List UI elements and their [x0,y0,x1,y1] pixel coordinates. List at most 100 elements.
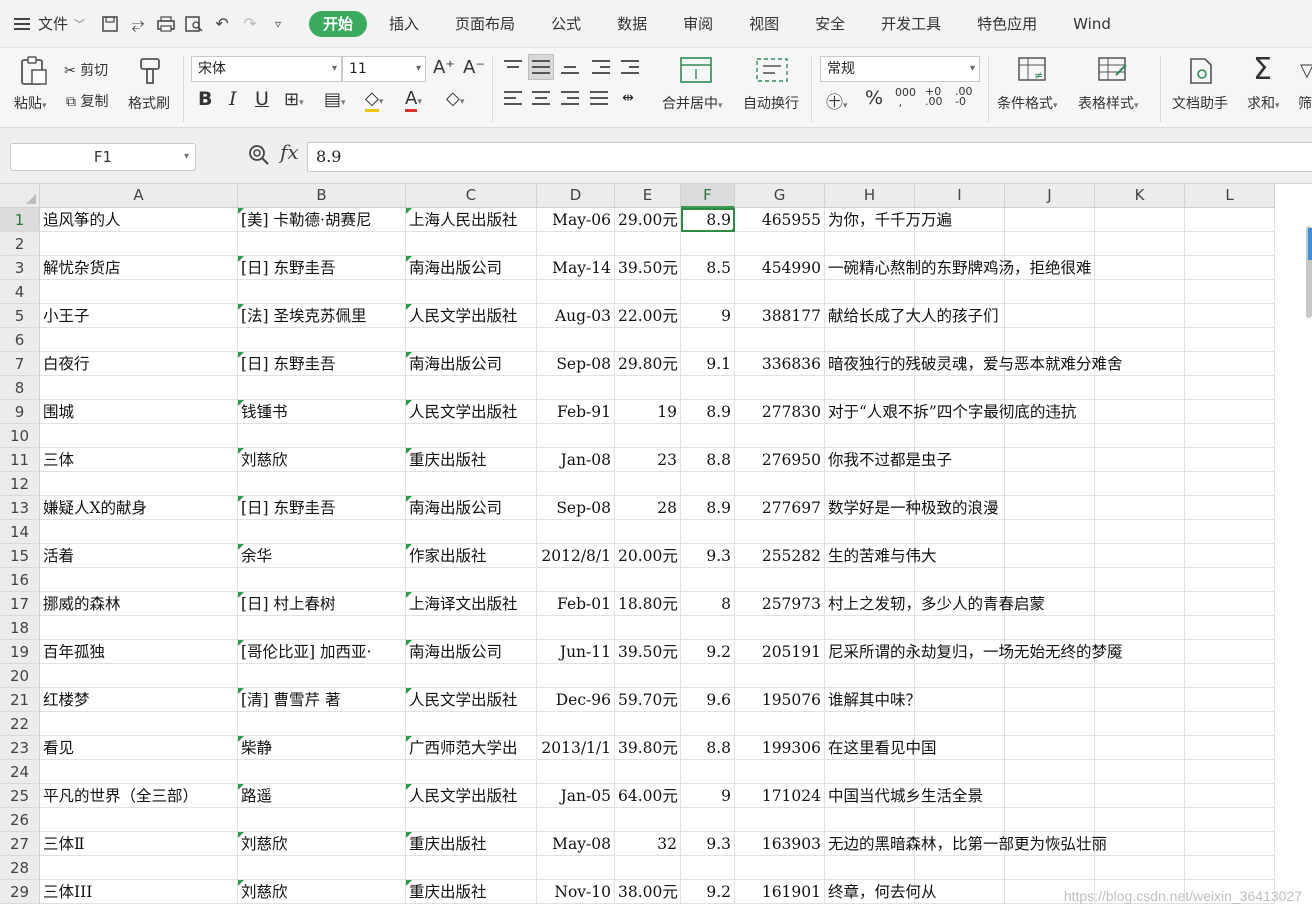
paste-icon[interactable] [18,56,48,90]
cell-a9[interactable]: 围城 [40,400,238,424]
cell-j24[interactable] [1005,760,1095,784]
cell-c4[interactable] [406,280,537,304]
cell-h28[interactable] [825,856,915,880]
cell-h10[interactable] [825,424,915,448]
cell-e15[interactable]: 20.00元 [615,544,681,568]
cell-e21[interactable]: 59.70元 [615,688,681,712]
cell-c15[interactable]: 作家出版社 [406,544,537,568]
cell-h12[interactable] [825,472,915,496]
cell-c6[interactable] [406,328,537,352]
cell-b29[interactable]: 刘慈欣 [238,880,406,904]
cell-j22[interactable] [1005,712,1095,736]
cell-f3[interactable]: 8.5 [681,256,735,280]
currency-icon[interactable]: ㊉▾ [826,88,848,113]
fill-color-icon[interactable]: ◇▾ [365,88,383,112]
cell-l8[interactable] [1185,376,1275,400]
cell-f7[interactable]: 9.1 [681,352,735,376]
cell-h13[interactable]: 数学好是一种极致的浪漫 [825,496,999,520]
export-icon[interactable]: ⥂ [127,13,149,35]
cell-c11[interactable]: 重庆出版社 [406,448,537,472]
cell-h21[interactable]: 谁解其中味？ [825,688,921,712]
cell-c10[interactable] [406,424,537,448]
cell-j1[interactable] [1005,208,1095,232]
cell-k9[interactable] [1095,400,1185,424]
column-header-d[interactable]: D [537,184,615,208]
format-painter-button[interactable]: 格式刷 [128,93,170,113]
cell-a18[interactable] [40,616,238,640]
cell-b4[interactable] [238,280,406,304]
cell-j10[interactable] [1005,424,1095,448]
column-header-i[interactable]: I [915,184,1005,208]
cell-f13[interactable]: 8.9 [681,496,735,520]
font-color-icon[interactable]: A▾ [405,88,422,112]
select-all-corner[interactable] [0,184,40,208]
cell-k21[interactable] [1095,688,1185,712]
cell-c25[interactable]: 人民文学出版社 [406,784,537,808]
cell-h22[interactable] [825,712,915,736]
row-header[interactable]: 29 [0,880,40,904]
cell-l28[interactable] [1185,856,1275,880]
cell-l16[interactable] [1185,568,1275,592]
cell-i10[interactable] [915,424,1005,448]
cell-d26[interactable] [537,808,615,832]
cell-k23[interactable] [1095,736,1185,760]
cell-l7[interactable] [1185,352,1275,376]
cell-b24[interactable] [238,760,406,784]
cell-c16[interactable] [406,568,537,592]
cell-d29[interactable]: Nov-10 [537,880,615,904]
print-icon[interactable] [155,13,177,35]
cell-j14[interactable] [1005,520,1095,544]
cell-f16[interactable] [681,568,735,592]
cell-e1[interactable]: 29.00元 [615,208,681,232]
cell-b5[interactable]: [法] 圣埃克苏佩里 [238,304,406,328]
cell-g14[interactable] [735,520,825,544]
filter-button[interactable]: 筛 [1298,93,1312,113]
cell-c18[interactable] [406,616,537,640]
cell-b6[interactable] [238,328,406,352]
thousands-separator-icon[interactable]: 000 ‚ [895,87,916,108]
cell-l5[interactable] [1185,304,1275,328]
cell-c22[interactable] [406,712,537,736]
cell-d28[interactable] [537,856,615,880]
cut-button[interactable]: ✂ 剪切 [64,60,108,80]
cell-d4[interactable] [537,280,615,304]
cell-f1[interactable]: 8.9 [681,208,735,232]
cell-d9[interactable]: Feb-91 [537,400,615,424]
wrap-text-icon[interactable] [755,57,789,87]
tab-4[interactable]: 数据 [603,11,661,37]
cell-a19[interactable]: 百年孤独 [40,640,238,664]
cell-e14[interactable] [615,520,681,544]
cell-b18[interactable] [238,616,406,640]
cell-g4[interactable] [735,280,825,304]
cell-h20[interactable] [825,664,915,688]
cell-f27[interactable]: 9.3 [681,832,735,856]
cell-h18[interactable] [825,616,915,640]
justify-icon[interactable] [586,85,612,111]
clear-format-icon[interactable]: ◇▾ [446,88,464,109]
cell-k13[interactable] [1095,496,1185,520]
cell-j11[interactable] [1005,448,1095,472]
cell-a28[interactable] [40,856,238,880]
cell-c19[interactable]: 南海出版公司 [406,640,537,664]
cell-l27[interactable] [1185,832,1275,856]
cell-i24[interactable] [915,760,1005,784]
tab-3[interactable]: 公式 [537,11,595,37]
cell-g13[interactable]: 277697 [735,496,825,520]
tab-10[interactable]: Wind [1059,11,1125,37]
cell-f23[interactable]: 8.8 [681,736,735,760]
column-header-k[interactable]: K [1095,184,1185,208]
cell-g9[interactable]: 277830 [735,400,825,424]
cell-style-icon[interactable]: ▤▾ [324,89,346,110]
cell-j26[interactable] [1005,808,1095,832]
cell-b22[interactable] [238,712,406,736]
cell-e8[interactable] [615,376,681,400]
merge-center-button[interactable]: 合并居中▾ [662,93,723,113]
cell-h27[interactable]: 无边的黑暗森林，比第一部更为恢弘壮丽 [825,832,1107,856]
cell-h9[interactable]: 对于“人艰不拆”四个字最彻底的违抗 [825,400,1076,424]
cell-k11[interactable] [1095,448,1185,472]
cell-a4[interactable] [40,280,238,304]
column-header-h[interactable]: H [825,184,915,208]
cell-k16[interactable] [1095,568,1185,592]
column-header-f[interactable]: F [681,184,735,208]
cell-i2[interactable] [915,232,1005,256]
